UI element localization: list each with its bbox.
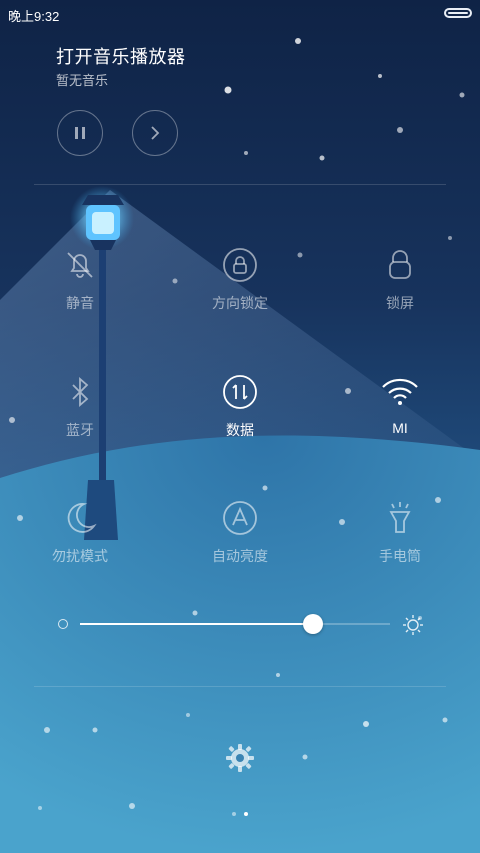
toggle-rotation-lock[interactable]: 方向锁定 [185, 245, 295, 335]
music-title[interactable]: 打开音乐播放器 [56, 43, 186, 69]
toggle-label: 方向锁定 [212, 295, 268, 311]
toggle-silent[interactable]: 静音 [25, 245, 135, 335]
moon-icon [67, 503, 97, 533]
brightness-min-icon [58, 619, 68, 629]
toggle-label: 静音 [66, 295, 94, 311]
battery-icon [444, 8, 472, 18]
page-dot [232, 812, 236, 816]
toggle-auto-brightness[interactable]: 自动亮度 [185, 498, 295, 588]
brightness-slider[interactable] [56, 610, 426, 640]
toggle-label: 数据 [226, 422, 254, 438]
chevron-right-icon [151, 126, 160, 140]
lock-icon [389, 250, 411, 279]
status-bar: 晚上9:32 [0, 0, 480, 28]
flashlight-icon [389, 502, 411, 533]
divider-bottom [34, 686, 446, 687]
music-subtitle: 暂无音乐 [56, 73, 109, 88]
pause-button[interactable] [57, 110, 103, 156]
brightness-max-icon [403, 615, 423, 635]
wifi-icon [382, 378, 418, 405]
next-button[interactable] [132, 110, 178, 156]
bluetooth-icon [72, 377, 89, 407]
rotation-lock-icon [223, 248, 257, 282]
toggle-wifi[interactable]: MI [345, 372, 455, 462]
slider-fill [80, 623, 313, 625]
bell-off-icon [67, 252, 93, 278]
toggle-label: 锁屏 [386, 295, 414, 311]
page-indicator [0, 812, 480, 820]
settings-gear-icon[interactable] [224, 742, 256, 774]
toggle-label: MI [392, 420, 408, 436]
toggle-label: 自动亮度 [212, 548, 268, 564]
toggle-data[interactable]: 数据 [185, 372, 295, 462]
data-arrows-icon [223, 375, 257, 409]
auto-brightness-icon [223, 501, 257, 535]
page-dot-active [244, 812, 248, 816]
slider-knob[interactable] [302, 614, 323, 634]
toggle-flashlight[interactable]: 手电筒 [345, 498, 455, 588]
status-time: 晚上9:32 [8, 9, 60, 24]
toggle-label: 蓝牙 [66, 422, 94, 438]
toggle-dnd[interactable]: 勿扰模式 [25, 498, 135, 588]
toggle-bluetooth[interactable]: 蓝牙 [25, 372, 135, 462]
toggle-lock-screen[interactable]: 锁屏 [345, 245, 455, 335]
divider-top [34, 184, 446, 185]
toggle-label: 勿扰模式 [52, 548, 108, 564]
toggle-label: 手电筒 [379, 548, 421, 564]
pause-icon [75, 127, 85, 139]
